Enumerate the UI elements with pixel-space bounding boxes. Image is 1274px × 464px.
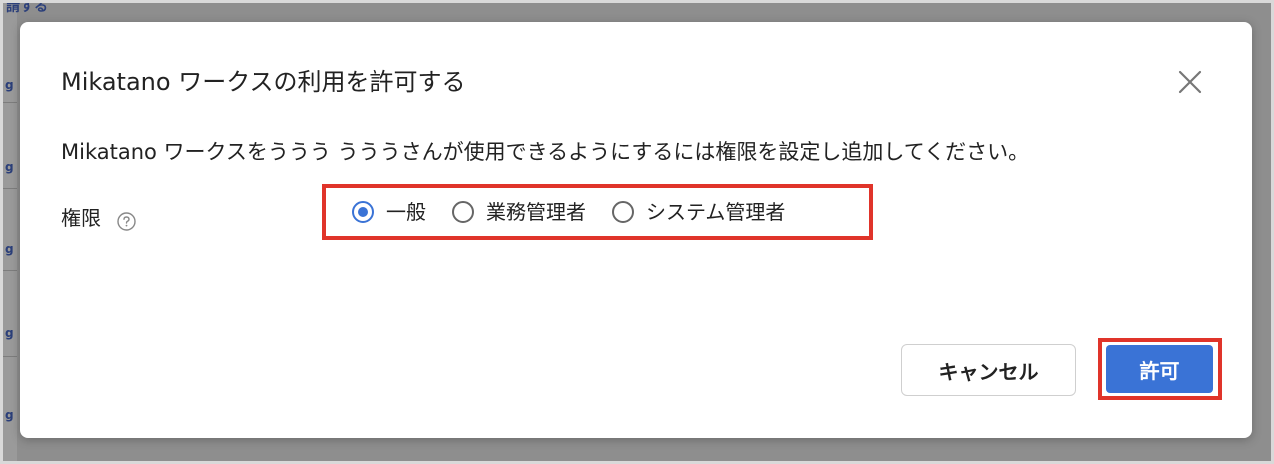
radio-label-system-admin: システム管理者 [646, 200, 786, 224]
radio-button-general[interactable] [352, 201, 374, 223]
permission-radio-group: 一般 業務管理者 システム管理者 [322, 184, 873, 240]
cancel-button[interactable]: キャンセル [901, 344, 1076, 396]
background-divider [3, 356, 17, 357]
background-mark: g [5, 160, 14, 174]
allow-button-highlight: 許可 [1098, 338, 1222, 400]
background-text-fragment: 請する [6, 0, 48, 15]
radio-label-general: 一般 [386, 200, 426, 224]
dialog-description: Mikatano ワークスをううう うううさんが使用できるようにするには権限を設… [61, 140, 1030, 164]
background-mark: g [5, 242, 14, 256]
radio-option-system-admin[interactable]: システム管理者 [612, 197, 785, 227]
permission-dialog: Mikatano ワークスの利用を許可する Mikatano ワークスをううう … [20, 22, 1252, 438]
radio-option-business-admin[interactable]: 業務管理者 [452, 197, 586, 227]
radio-button-system-admin[interactable] [612, 201, 634, 223]
dialog-title: Mikatano ワークスの利用を許可する [61, 68, 466, 96]
allow-button[interactable]: 許可 [1106, 345, 1213, 393]
permission-field: 権限 [61, 203, 136, 233]
close-button[interactable] [1176, 68, 1204, 96]
radio-button-business-admin[interactable] [452, 201, 474, 223]
permission-label: 権限 [61, 206, 101, 230]
background-divider [3, 188, 17, 189]
radio-label-business-admin: 業務管理者 [486, 200, 586, 224]
close-icon [1178, 70, 1202, 94]
background-mark: g [5, 408, 14, 422]
background-divider [3, 270, 17, 271]
help-icon[interactable] [117, 209, 136, 231]
background-mark: g [5, 326, 14, 340]
background-page [3, 3, 17, 461]
background-mark: g [5, 78, 14, 92]
radio-option-general[interactable]: 一般 [352, 197, 426, 227]
background-divider [3, 102, 17, 103]
